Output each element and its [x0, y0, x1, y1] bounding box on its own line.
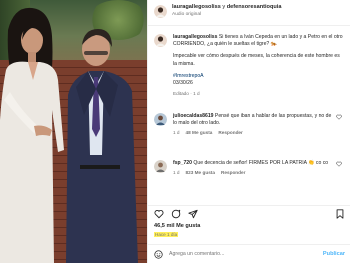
comment-text: Que decencia de señor! FIRMES POR LA PAT…	[193, 160, 329, 166]
post-header: lauragallegosoliss y defensoresantioquia…	[148, 0, 350, 26]
instagram-post: lauragallegosoliss y defensoresantioquia…	[0, 0, 350, 263]
comment-username[interactable]: fsp_720	[173, 160, 192, 166]
caption: lauragallegosoliss Si tienes a Iván Cepe…	[154, 34, 346, 97]
caption-text-2: Impecable ver cómo después de meses, la …	[173, 53, 340, 67]
likes-count[interactable]: 46,5 mil Me gusta	[154, 223, 200, 229]
add-comment-bar: Publicar	[148, 244, 350, 263]
caption-hashtag[interactable]: #ImrestrepoA	[173, 73, 343, 80]
comment-time: 1 d	[173, 170, 180, 175]
emoji-icon[interactable]	[154, 249, 163, 259]
author-conjunction: y	[222, 4, 226, 10]
comment-like-icon[interactable]	[336, 161, 342, 167]
author-username[interactable]: lauragallegosoliss	[172, 4, 221, 10]
comment-item: julioecaldas8619 Pensé que iban a hablar…	[154, 113, 346, 136]
caption-avatar[interactable]	[154, 34, 167, 47]
comment-username[interactable]: julioecaldas8619	[173, 113, 214, 119]
coauthor-username[interactable]: defensoresantioquia	[227, 4, 282, 10]
share-icon[interactable]	[188, 209, 198, 219]
author-avatar[interactable]	[154, 5, 167, 18]
comment-time: 1 d	[173, 130, 180, 135]
post-comment-button[interactable]: Publicar	[323, 251, 345, 257]
comment-reply-button[interactable]: Responder	[221, 169, 245, 176]
heart-icon[interactable]	[154, 209, 164, 219]
caption-date: 03/30/26	[173, 80, 193, 87]
comment-reply-button[interactable]: Responder	[218, 129, 242, 136]
comment-avatar[interactable]	[154, 160, 167, 173]
comment-icon[interactable]	[171, 209, 181, 219]
caption-username[interactable]: lauragallegosoliss	[173, 34, 217, 40]
comment-avatar[interactable]	[154, 113, 167, 126]
comment-likes[interactable]: 823 Me gusta	[186, 169, 215, 176]
post-side-panel: lauragallegosoliss y defensoresantioquia…	[147, 0, 350, 263]
action-bar	[148, 205, 350, 221]
add-comment-input[interactable]	[169, 251, 323, 257]
comment-likes[interactable]: 48 Me gusta	[186, 129, 213, 136]
comment-like-icon[interactable]	[336, 114, 342, 120]
photo-man	[66, 29, 138, 263]
comment-item: fsp_720 Que decencia de señor! FIRMES PO…	[154, 160, 346, 176]
post-photo[interactable]	[0, 0, 147, 263]
audio-label[interactable]: Audio original	[172, 12, 281, 18]
bookmark-icon[interactable]	[335, 208, 345, 219]
post-time-ago: Hace 1 día	[154, 232, 179, 237]
caption-meta: Editado · 1 d	[173, 91, 200, 97]
